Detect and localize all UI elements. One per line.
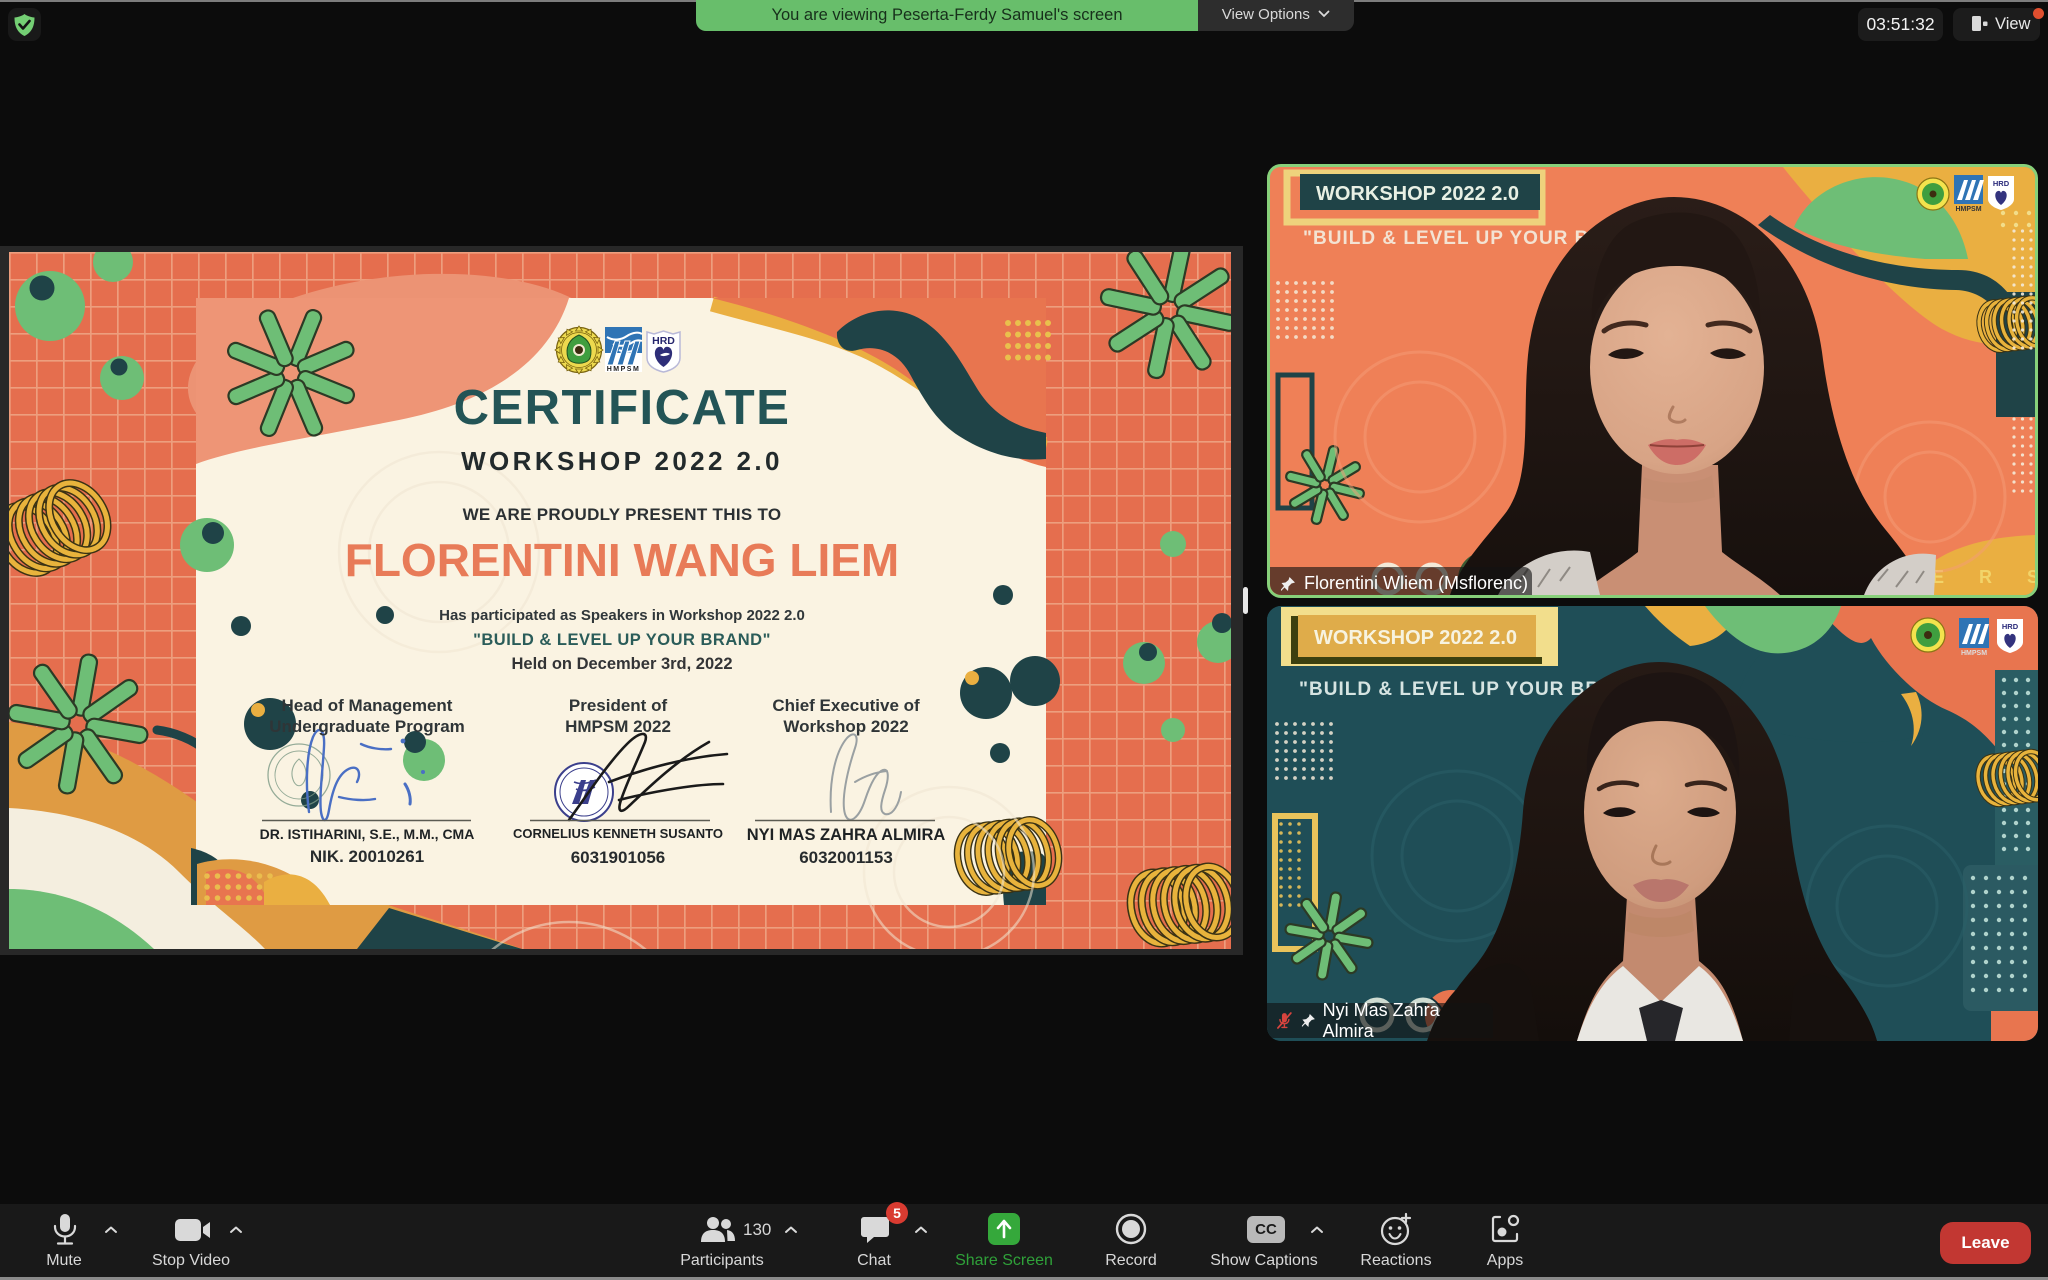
svg-text:HRD: HRD bbox=[652, 335, 675, 347]
svg-text:HMPSM: HMPSM bbox=[1961, 650, 1987, 657]
svg-text:HRD: HRD bbox=[1993, 179, 2010, 188]
svg-text:WORKSHOP 2022 2.0: WORKSHOP 2022 2.0 bbox=[1316, 183, 1519, 205]
svg-text:WORKSHOP 2022 2.0: WORKSHOP 2022 2.0 bbox=[1314, 627, 1517, 649]
svg-text:HRD: HRD bbox=[2002, 622, 2019, 631]
svg-text:HMPSM: HMPSM bbox=[607, 366, 641, 373]
svg-text:HMPSM: HMPSM bbox=[1955, 206, 1981, 213]
